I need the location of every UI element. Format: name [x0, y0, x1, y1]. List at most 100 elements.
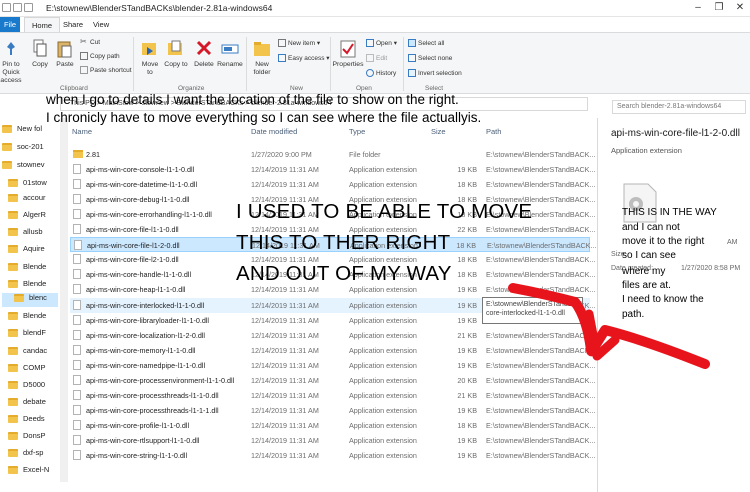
- folder-icon: [73, 150, 83, 158]
- nav-item[interactable]: COMP: [2, 363, 58, 377]
- invert-selection-button[interactable]: Invert selection: [408, 69, 462, 78]
- folder-icon: [8, 415, 18, 424]
- easy-access-button[interactable]: Easy access ▾: [278, 54, 330, 63]
- properties-button[interactable]: Properties: [331, 39, 365, 69]
- move-to-button[interactable]: Move to: [138, 39, 162, 77]
- nav-item[interactable]: accour: [2, 193, 58, 207]
- table-row[interactable]: api-ms-win-core-console-l1-1-0.dll 12/14/…: [70, 162, 595, 177]
- folder-icon: [8, 312, 18, 321]
- ribbon-separator: [246, 37, 247, 91]
- rename-button[interactable]: Rename: [216, 39, 244, 69]
- tab-view[interactable]: View: [86, 17, 116, 32]
- paste-shortcut-button[interactable]: Paste shortcut: [80, 66, 132, 75]
- tab-home[interactable]: Home: [24, 17, 61, 32]
- folder-icon: [8, 381, 18, 390]
- file-path: E:\stownew\BlenderSTandBACK...: [486, 405, 596, 415]
- file-icon: [73, 419, 81, 430]
- edit-button[interactable]: Edit: [366, 54, 387, 63]
- table-row[interactable]: api-ms-win-core-rtlsupport-l1-1-0.dll 12/…: [70, 433, 595, 448]
- select-all-button[interactable]: Select all: [408, 39, 444, 48]
- new-folder-button[interactable]: New folder: [250, 39, 274, 77]
- maximize-icon[interactable]: ❐: [713, 2, 725, 14]
- nav-item[interactable]: D5000: [2, 380, 58, 394]
- nav-item[interactable]: soc-201: [2, 142, 58, 156]
- history-button[interactable]: History: [366, 69, 396, 78]
- file-path: E:\stownew\BlenderSTandBACK...: [486, 165, 596, 175]
- table-row[interactable]: api-ms-win-core-datetime-l1-1-0.dll 12/14…: [70, 177, 595, 192]
- paste-button[interactable]: Paste: [53, 39, 77, 69]
- column-header-path[interactable]: Path: [486, 127, 501, 136]
- cut-button[interactable]: ✂ Cut: [80, 38, 100, 47]
- copy-to-button[interactable]: Copy to: [164, 39, 188, 69]
- nav-item[interactable]: Excel-N: [2, 465, 58, 479]
- nav-item[interactable]: candac: [2, 346, 58, 360]
- new-item-button[interactable]: New item ▾: [278, 39, 320, 48]
- annotation-side-text: THIS IS IN THE WAY: [622, 207, 717, 218]
- delete-button[interactable]: Delete: [192, 39, 216, 69]
- pin-quick-access-button[interactable]: Pin to Quick access: [0, 41, 26, 85]
- file-size: 19 KB: [457, 360, 477, 370]
- nav-item[interactable]: Blende: [2, 262, 58, 276]
- file-size: 21 KB: [457, 330, 477, 340]
- table-row[interactable]: api-ms-win-core-processthreads-l1-1-1.dl…: [70, 403, 595, 418]
- file-date: 12/14/2019 11:31 AM: [251, 451, 319, 460]
- quick-access-toolbar[interactable]: [2, 3, 42, 13]
- annotation-text: when I go to details I want the location…: [46, 92, 459, 107]
- nav-item[interactable]: debate: [2, 397, 58, 411]
- file-name: api-ms-win-core-profile-l1-1-0.dll: [86, 420, 190, 430]
- nav-item[interactable]: Blende: [2, 311, 58, 325]
- file-type: Application extension: [349, 285, 417, 295]
- column-header-name[interactable]: Name: [72, 127, 92, 136]
- table-row[interactable]: api-ms-win-core-profile-l1-1-0.dll 12/14/…: [70, 418, 595, 433]
- file-path: E:\stownew\BlenderSTandBACK...: [486, 255, 596, 265]
- close-icon[interactable]: ✕: [734, 2, 746, 14]
- table-row[interactable]: api-ms-win-core-string-l1-1-0.dll 12/14/2…: [70, 448, 595, 463]
- file-type: Application extension: [349, 405, 417, 415]
- nav-item[interactable]: Blende: [2, 279, 58, 293]
- file-date: 1/27/2020 9:00 PM: [251, 150, 312, 159]
- column-header-date[interactable]: Date modified: [251, 127, 297, 136]
- copy-icon: [33, 39, 47, 57]
- nav-item[interactable]: Aquire: [2, 244, 58, 258]
- file-name: api-ms-win-core-string-l1-1-0.dll: [86, 451, 188, 460]
- nav-item[interactable]: DonsP: [2, 431, 58, 445]
- file-icon: [73, 284, 81, 295]
- nav-item[interactable]: allusb: [2, 227, 58, 241]
- nav-item-selected[interactable]: blenc: [2, 293, 58, 307]
- annotation-big-text: THIS TO THER RIGHT: [236, 231, 451, 254]
- file-icon: [73, 329, 81, 340]
- folder-icon: [2, 125, 12, 134]
- file-icon: [74, 240, 82, 251]
- tab-file[interactable]: File: [0, 17, 21, 32]
- search-input[interactable]: Search blender-2.81a-windows64: [612, 100, 746, 114]
- file-date: 12/14/2019 11:31 AM: [251, 330, 319, 340]
- file-date: 12/14/2019 11:31 AM: [251, 180, 319, 190]
- nav-item[interactable]: 01stow: [2, 178, 58, 192]
- group-clipboard-label: Clipboard: [60, 85, 88, 92]
- table-row[interactable]: api-ms-win-core-processthreads-l1-1-0.dl…: [70, 388, 595, 403]
- file-path: E:\stownew\BlenderSTandBACK...: [486, 390, 596, 400]
- select-none-button[interactable]: Select none: [408, 54, 452, 63]
- column-header-size[interactable]: Size: [431, 127, 446, 136]
- open-button[interactable]: Open ▾: [366, 39, 397, 48]
- nav-item[interactable]: AlgerR: [2, 210, 58, 224]
- annotation-side-text: move it to the right: [622, 236, 705, 247]
- copy-button[interactable]: Copy: [29, 39, 51, 69]
- column-header-type[interactable]: Type: [349, 127, 365, 136]
- copy-path-icon: [80, 52, 88, 61]
- nav-item[interactable]: Deeds: [2, 414, 58, 428]
- nav-item[interactable]: blendF: [2, 328, 58, 342]
- paste-shortcut-icon: [80, 66, 88, 75]
- file-name: api-ms-win-core-errorhandling-l1-1-0.dll: [86, 210, 212, 220]
- tab-share[interactable]: Share: [56, 17, 90, 32]
- open-icon: [366, 39, 374, 48]
- nav-item[interactable]: stownev: [2, 160, 58, 174]
- copy-path-button[interactable]: Copy path: [80, 52, 120, 61]
- nav-item[interactable]: dxf-sp: [2, 448, 58, 462]
- table-row[interactable]: 2.81 1/27/2020 9:00 PM File folder E:\stown…: [70, 147, 595, 162]
- nav-item[interactable]: New fol: [2, 124, 58, 138]
- folder-icon: [8, 263, 18, 272]
- file-icon: [73, 314, 81, 325]
- minimize-icon[interactable]: –: [692, 2, 704, 14]
- nav-scrollbar[interactable]: [60, 118, 68, 482]
